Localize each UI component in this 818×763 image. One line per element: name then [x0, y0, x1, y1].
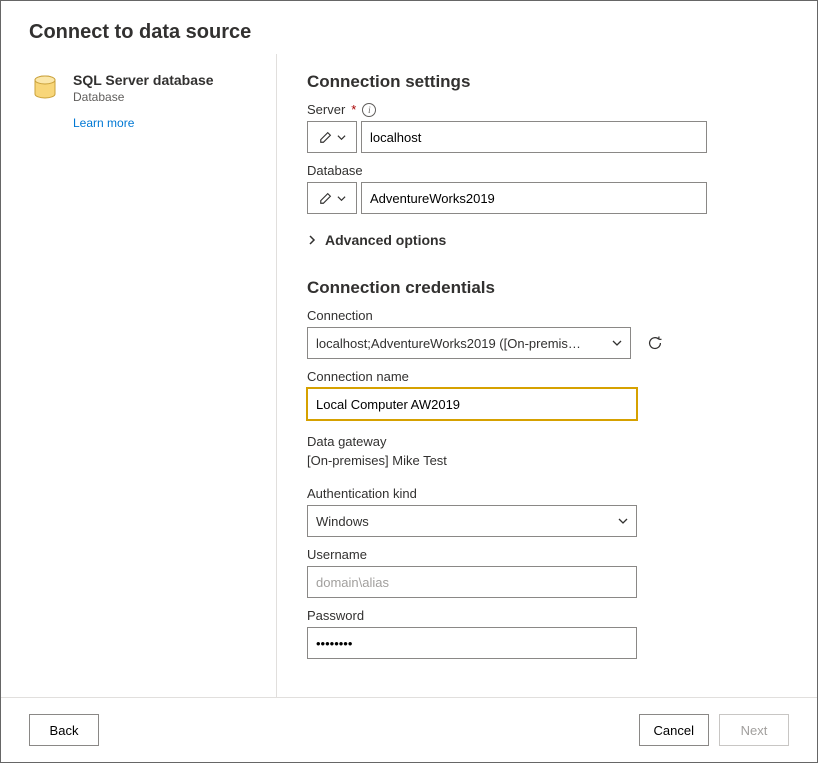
chevron-down-icon — [618, 516, 628, 526]
server-label: Server * i — [307, 102, 789, 117]
back-button[interactable]: Back — [29, 714, 99, 746]
data-gateway-label: Data gateway — [307, 434, 789, 449]
connection-name-input[interactable] — [307, 388, 637, 420]
info-icon[interactable]: i — [362, 103, 376, 117]
server-input[interactable] — [361, 121, 707, 153]
refresh-button[interactable] — [643, 327, 667, 359]
advanced-options-toggle[interactable]: Advanced options — [307, 232, 789, 248]
username-label: Username — [307, 547, 789, 562]
connection-label: Connection — [307, 308, 789, 323]
pencil-icon — [319, 130, 333, 144]
connection-credentials-heading: Connection credentials — [307, 278, 789, 298]
learn-more-link[interactable]: Learn more — [73, 116, 276, 130]
chevron-right-icon — [307, 235, 317, 245]
data-gateway-value: [On-premises] Mike Test — [307, 453, 789, 468]
page-title: Connect to data source — [29, 21, 789, 44]
database-edit-mode-button[interactable] — [307, 182, 357, 214]
password-label: Password — [307, 608, 789, 623]
connection-settings-heading: Connection settings — [307, 72, 789, 92]
source-panel: SQL Server database Database Learn more — [29, 54, 277, 697]
next-button[interactable]: Next — [719, 714, 789, 746]
auth-kind-label: Authentication kind — [307, 486, 789, 501]
source-title: SQL Server database — [73, 72, 214, 88]
chevron-down-icon — [337, 133, 346, 142]
database-label: Database — [307, 163, 789, 178]
required-star: * — [351, 102, 356, 117]
username-input[interactable] — [307, 566, 637, 598]
password-input[interactable] — [307, 627, 637, 659]
connection-name-label: Connection name — [307, 369, 789, 384]
connection-select[interactable]: localhost;AdventureWorks2019 ([On-premis… — [307, 327, 631, 359]
refresh-icon — [646, 334, 664, 352]
auth-kind-select[interactable]: Windows — [307, 505, 637, 537]
chevron-down-icon — [612, 338, 622, 348]
server-edit-mode-button[interactable] — [307, 121, 357, 153]
database-icon — [29, 72, 61, 104]
pencil-icon — [319, 191, 333, 205]
cancel-button[interactable]: Cancel — [639, 714, 709, 746]
source-subtitle: Database — [73, 90, 214, 104]
chevron-down-icon — [337, 194, 346, 203]
database-input[interactable] — [361, 182, 707, 214]
